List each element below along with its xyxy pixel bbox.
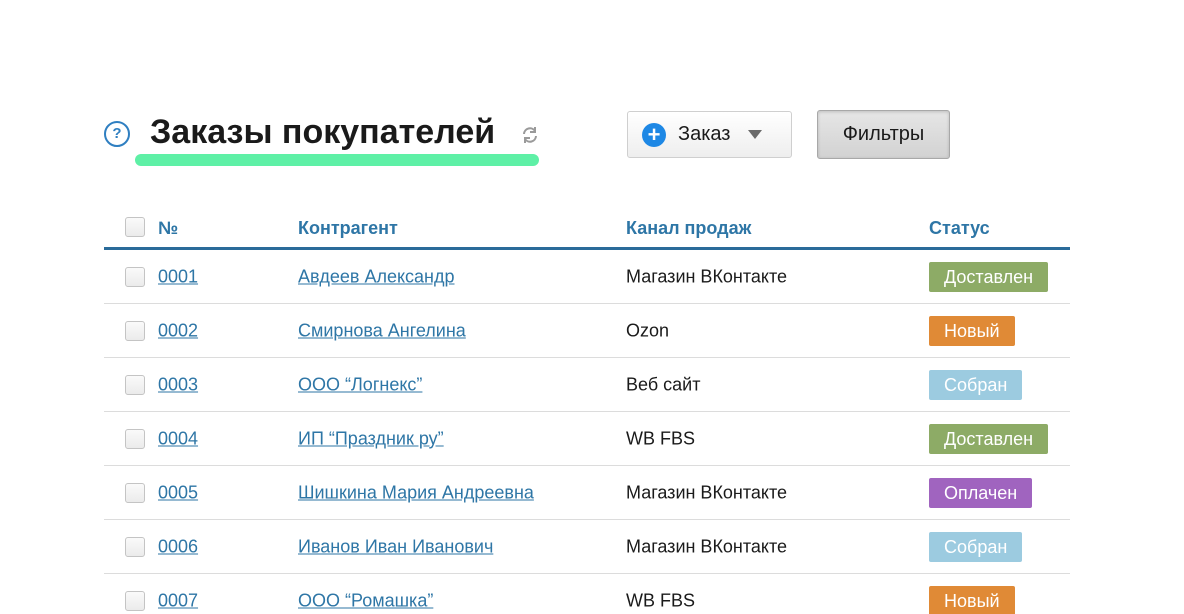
status-badge[interactable]: Доставлен <box>929 423 1049 454</box>
status-badge[interactable]: Собран <box>929 369 1023 400</box>
sales-channel: Ozon <box>626 320 670 340</box>
status-badge[interactable]: Новый <box>929 315 1015 346</box>
order-number-link[interactable]: 0004 <box>158 428 198 449</box>
order-number-link[interactable]: 0007 <box>158 590 198 611</box>
counterparty-link[interactable]: Иванов Иван Иванович <box>298 536 493 557</box>
table-row[interactable]: 0004 ИП “Праздник ру” WB FBS Доставлен <box>104 412 1070 466</box>
table-row[interactable]: 0002 Смирнова Ангелина Ozon Новый <box>104 304 1070 358</box>
table-row[interactable]: 0003 ООО “Логнекс” Веб сайт Собран <box>104 358 1070 412</box>
status-cell: Доставлен <box>929 261 1049 292</box>
title-underline <box>135 154 539 166</box>
status-badge[interactable]: Оплачен <box>929 477 1033 508</box>
table-row[interactable]: 0007 ООО “Ромашка” WB FBS Новый <box>104 574 1070 614</box>
sales-channel: Магазин ВКонтакте <box>626 482 788 502</box>
status-badge[interactable]: Собран <box>929 531 1023 562</box>
status-badge[interactable]: Новый <box>929 585 1015 614</box>
page-title: Заказы покупателей <box>150 113 496 151</box>
table-row[interactable]: 0006 Иванов Иван Иванович Магазин ВКонта… <box>104 520 1070 574</box>
counterparty-link[interactable]: ООО “Ромашка” <box>298 590 433 611</box>
counterparty-link[interactable]: Смирнова Ангелина <box>298 320 466 341</box>
filters-button[interactable]: Фильтры <box>817 110 950 159</box>
help-icon[interactable]: ? <box>104 121 130 147</box>
add-order-button[interactable]: + Заказ <box>627 111 792 158</box>
status-cell: Собран <box>929 531 1023 562</box>
row-checkbox[interactable] <box>125 482 145 503</box>
refresh-icon[interactable] <box>520 125 540 145</box>
status-badge[interactable]: Доставлен <box>929 261 1049 292</box>
counterparty-link[interactable]: ИП “Праздник ру” <box>298 428 444 449</box>
status-cell: Оплачен <box>929 477 1033 508</box>
caret-down-icon[interactable] <box>748 130 763 139</box>
row-checkbox[interactable] <box>125 536 145 557</box>
plus-circle-icon: + <box>642 122 666 147</box>
add-order-label: Заказ <box>678 123 731 145</box>
orders-table: № Контрагент Канал продаж Статус 0001 Ав… <box>104 206 1070 614</box>
table-row[interactable]: 0001 Авдеев Александр Магазин ВКонтакте … <box>104 250 1070 304</box>
row-checkbox[interactable] <box>125 590 145 611</box>
status-cell: Доставлен <box>929 423 1049 454</box>
order-number-link[interactable]: 0003 <box>158 374 198 395</box>
order-number-link[interactable]: 0001 <box>158 266 198 287</box>
sales-channel: WB FBS <box>626 428 696 448</box>
filters-label: Фильтры <box>842 123 925 145</box>
counterparty-link[interactable]: Авдеев Александр <box>298 266 455 287</box>
counterparty-link[interactable]: Шишкина Мария Андреевна <box>298 482 534 503</box>
row-checkbox[interactable] <box>125 428 145 449</box>
sales-channel: Магазин ВКонтакте <box>626 536 788 556</box>
column-header-channel[interactable]: Канал продаж <box>626 218 751 239</box>
column-header-number[interactable]: № <box>158 218 178 239</box>
status-cell: Новый <box>929 315 1015 346</box>
status-cell: Собран <box>929 369 1023 400</box>
column-header-counterparty[interactable]: Контрагент <box>298 218 398 239</box>
sales-channel: Веб сайт <box>626 374 701 394</box>
row-checkbox[interactable] <box>125 374 145 395</box>
row-checkbox[interactable] <box>125 266 145 287</box>
sales-channel: WB FBS <box>626 590 696 610</box>
orders-page: ? Заказы покупателей + Заказ Фильтры № К… <box>0 0 1184 614</box>
row-checkbox[interactable] <box>125 320 145 341</box>
order-number-link[interactable]: 0002 <box>158 320 198 341</box>
table-header: № Контрагент Канал продаж Статус <box>104 206 1070 250</box>
column-header-status[interactable]: Статус <box>929 218 990 239</box>
order-number-link[interactable]: 0005 <box>158 482 198 503</box>
sales-channel: Магазин ВКонтакте <box>626 266 788 286</box>
counterparty-link[interactable]: ООО “Логнекс” <box>298 374 422 395</box>
table-row[interactable]: 0005 Шишкина Мария Андреевна Магазин ВКо… <box>104 466 1070 520</box>
order-number-link[interactable]: 0006 <box>158 536 198 557</box>
status-cell: Новый <box>929 585 1015 614</box>
select-all-checkbox[interactable] <box>125 217 145 237</box>
